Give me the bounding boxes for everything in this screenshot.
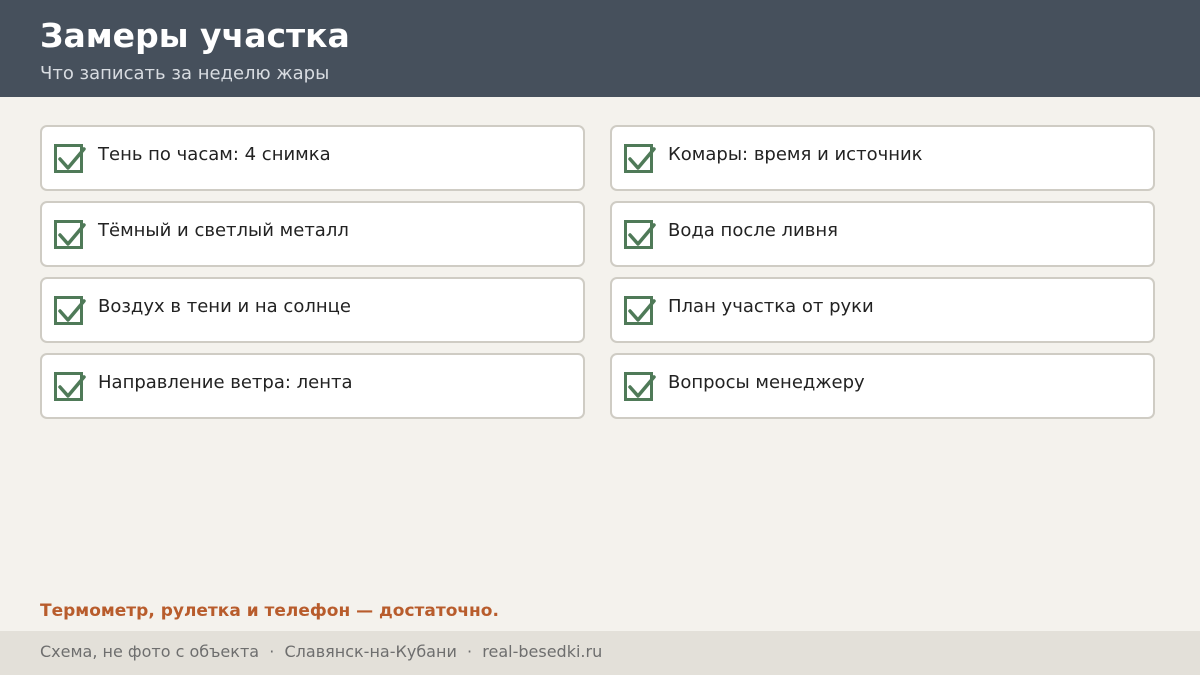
- header-bar: Замеры участка Что записать за неделю жа…: [0, 0, 1200, 97]
- checklist-item[interactable]: План участка от руки: [610, 277, 1155, 343]
- checklist-item[interactable]: Комары: время и источник: [610, 125, 1155, 191]
- checkbox-checked-icon[interactable]: [54, 220, 86, 249]
- checklist-item[interactable]: Воздух в тени и на солнце: [40, 277, 585, 343]
- tools-note: Термометр, рулетка и телефон — достаточн…: [40, 601, 499, 621]
- checklist-item[interactable]: Вода после ливня: [610, 201, 1155, 267]
- checkbox-checked-icon[interactable]: [54, 296, 86, 325]
- footer-bar: Схема, не фото с объекта · Славянск-на-К…: [0, 631, 1200, 675]
- checkbox-checked-icon[interactable]: [624, 220, 656, 249]
- checklist-item-label: Тёмный и светлый металл: [98, 220, 349, 241]
- checklist-item[interactable]: Тень по часам: 4 снимка: [40, 125, 585, 191]
- checkbox-checked-icon[interactable]: [624, 296, 656, 325]
- checklist-item-label: Воздух в тени и на солнце: [98, 296, 351, 317]
- checklist-item-label: Тень по часам: 4 снимка: [98, 144, 331, 165]
- footer-text: Схема, не фото с объекта · Славянск-на-К…: [40, 642, 603, 661]
- checklist-item-label: План участка от руки: [668, 296, 874, 317]
- checkbox-checked-icon[interactable]: [624, 372, 656, 401]
- checklist-item[interactable]: Вопросы менеджеру: [610, 353, 1155, 419]
- checkbox-checked-icon[interactable]: [54, 144, 86, 173]
- checklist-item-label: Вопросы менеджеру: [668, 372, 865, 393]
- checklist-item-label: Комары: время и источник: [668, 144, 923, 165]
- page-title: Замеры участка: [40, 16, 350, 55]
- checkbox-checked-icon[interactable]: [54, 372, 86, 401]
- page-subtitle: Что записать за неделю жары: [40, 63, 330, 84]
- checklist-item-label: Вода после ливня: [668, 220, 838, 241]
- checkbox-checked-icon[interactable]: [624, 144, 656, 173]
- checklist-item[interactable]: Направление ветра: лента: [40, 353, 585, 419]
- checklist-item-label: Направление ветра: лента: [98, 372, 353, 393]
- checklist-item[interactable]: Тёмный и светлый металл: [40, 201, 585, 267]
